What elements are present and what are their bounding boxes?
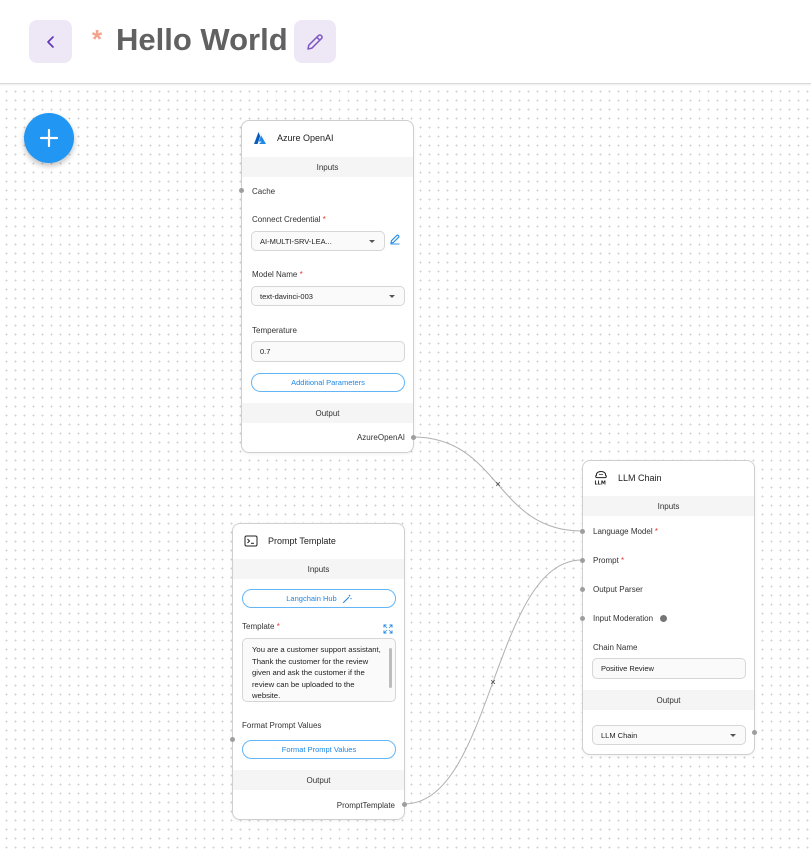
edit-title-button[interactable] bbox=[294, 20, 336, 63]
expand-icon[interactable] bbox=[383, 621, 393, 634]
template-textarea[interactable]: You are a customer support assistant, Th… bbox=[242, 638, 396, 702]
model-name-label: Model Name * bbox=[252, 270, 303, 279]
pencil-icon bbox=[307, 33, 323, 50]
chevron-left-icon bbox=[46, 35, 54, 48]
back-button[interactable] bbox=[29, 20, 72, 63]
format-prompt-values-button[interactable]: Format Prompt Values bbox=[242, 740, 396, 759]
format-prompt-values-label: Format Prompt Values bbox=[242, 721, 322, 730]
canvas-header: * Hello World bbox=[0, 0, 811, 84]
llm-output-handle[interactable] bbox=[752, 730, 757, 735]
llm-input-moderation-handle[interactable] bbox=[580, 616, 585, 621]
llm-chain-node[interactable]: LLM LLM Chain Inputs Language Model * Pr… bbox=[582, 460, 755, 755]
template-label: Template * bbox=[242, 622, 280, 631]
flow-title: Hello World bbox=[116, 22, 288, 57]
node-title: LLM Chain bbox=[618, 473, 662, 483]
llm-output-select[interactable]: LLM Chain bbox=[592, 725, 746, 745]
credential-label: Connect Credential * bbox=[252, 215, 326, 224]
inputs-section-header: Inputs bbox=[242, 157, 413, 177]
node-header: Prompt Template bbox=[233, 524, 404, 558]
output-parser-label: Output Parser bbox=[593, 585, 643, 594]
azure-cache-handle[interactable] bbox=[239, 188, 244, 193]
output-section-header: Output bbox=[583, 690, 754, 710]
svg-text:LLM: LLM bbox=[595, 481, 606, 487]
inputs-section-header: Inputs bbox=[583, 496, 754, 516]
additional-parameters-button[interactable]: Additional Parameters bbox=[251, 373, 405, 392]
model-name-select[interactable]: text-davinci-003 bbox=[251, 286, 405, 306]
plus-icon bbox=[39, 128, 59, 148]
chain-name-input[interactable]: Positive Review bbox=[592, 658, 746, 679]
langchain-hub-button[interactable]: Langchain Hub bbox=[242, 589, 396, 608]
terminal-icon bbox=[243, 533, 259, 549]
output-section-header: Output bbox=[233, 770, 404, 790]
language-model-label: Language Model * bbox=[593, 527, 658, 536]
prompt-label: Prompt * bbox=[593, 556, 625, 565]
node-header: LLM LLM Chain bbox=[583, 461, 754, 495]
chevron-down-icon bbox=[369, 240, 375, 243]
output-name: PromptTemplate bbox=[336, 801, 395, 810]
output-section-header: Output bbox=[242, 403, 413, 423]
prompt-format-values-handle[interactable] bbox=[230, 737, 235, 742]
azure-openai-node[interactable]: Azure OpenAI Inputs Cache Connect Creden… bbox=[241, 120, 414, 453]
chevron-down-icon bbox=[730, 734, 736, 737]
temperature-input[interactable]: 0.7 bbox=[251, 341, 405, 362]
llm-output-parser-handle[interactable] bbox=[580, 587, 585, 592]
magic-wand-icon bbox=[342, 594, 352, 604]
info-icon[interactable] bbox=[660, 615, 668, 622]
azure-logo-icon bbox=[252, 130, 268, 146]
llm-prompt-handle[interactable] bbox=[580, 558, 585, 563]
cache-label: Cache bbox=[252, 187, 276, 196]
llm-language-model-handle[interactable] bbox=[580, 529, 585, 534]
textarea-scrollbar[interactable] bbox=[389, 648, 392, 688]
credential-select[interactable]: AI-MULTI-SRV-LEA... bbox=[251, 231, 385, 251]
add-node-button[interactable] bbox=[24, 113, 74, 163]
input-moderation-label: Input Moderation bbox=[593, 614, 668, 623]
node-header: Azure OpenAI bbox=[242, 121, 413, 155]
unsaved-marker: * bbox=[92, 24, 103, 54]
node-title: Azure OpenAI bbox=[277, 133, 334, 143]
inputs-section-header: Inputs bbox=[233, 559, 404, 579]
node-title: Prompt Template bbox=[268, 536, 336, 546]
chevron-down-icon bbox=[389, 295, 395, 298]
prompt-output-handle[interactable] bbox=[402, 802, 407, 807]
llm-icon: LLM bbox=[593, 470, 609, 486]
temperature-label: Temperature bbox=[252, 326, 297, 335]
prompt-template-node[interactable]: Prompt Template Inputs Langchain Hub Tem… bbox=[232, 523, 405, 820]
azure-output-handle[interactable] bbox=[411, 435, 416, 440]
output-name: AzureOpenAI bbox=[356, 433, 405, 442]
edit-credential-icon[interactable] bbox=[389, 232, 401, 245]
chain-name-label: Chain Name bbox=[593, 643, 638, 652]
